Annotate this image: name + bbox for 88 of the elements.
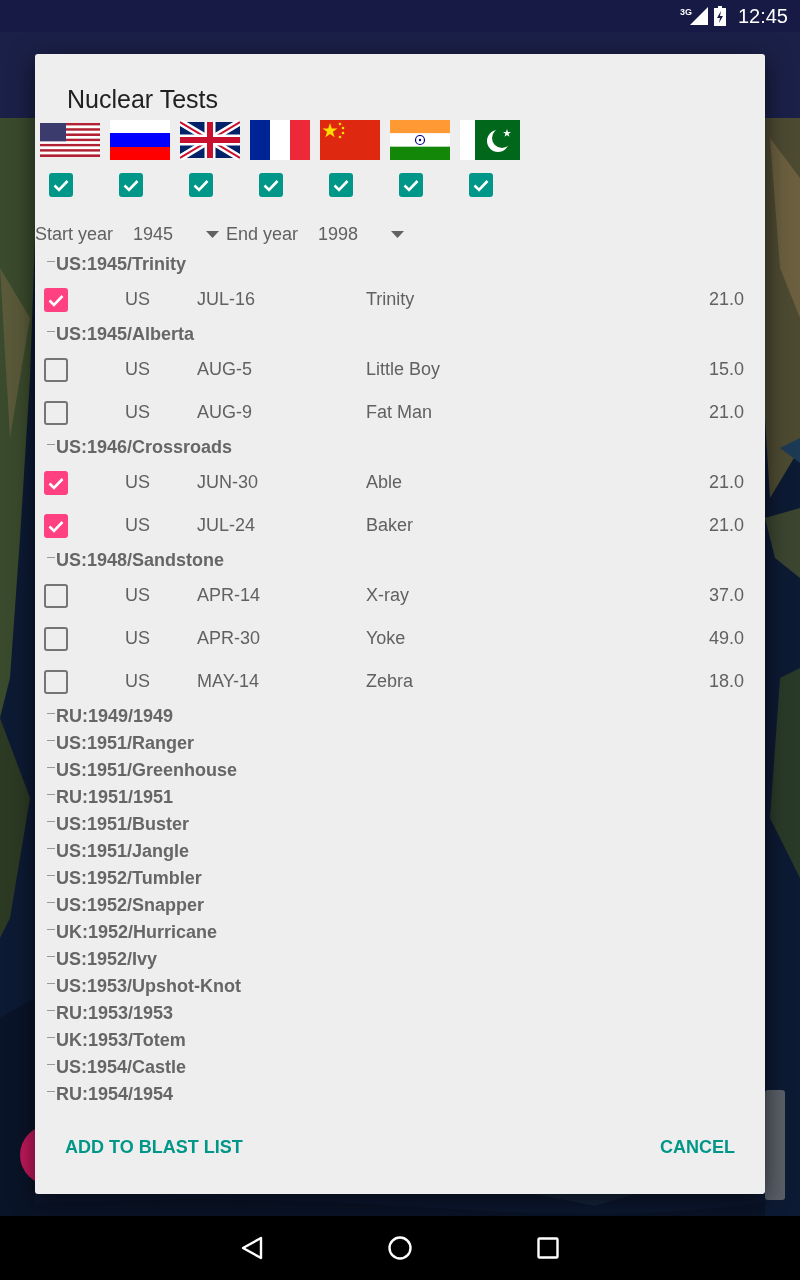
test-name: Little Boy [366, 359, 442, 380]
group-header[interactable]: US:1951/Jangle [56, 841, 190, 862]
country-code: US [125, 359, 151, 380]
group-header[interactable]: RU:1951/1951 [56, 787, 174, 808]
test-name: Baker [366, 515, 415, 536]
checkbox[interactable] [44, 287, 68, 312]
network-label: 3G [679, 7, 692, 17]
country-code: US [125, 289, 151, 310]
test-date: AUG-5 [197, 359, 253, 380]
yield-value: 49.0 [708, 628, 744, 649]
checkbox[interactable] [329, 173, 353, 197]
flag-icon [320, 120, 380, 160]
yield-value: 21.0 [708, 472, 744, 493]
end-year-label: End year [226, 223, 299, 245]
test-name: Fat Man [366, 402, 434, 423]
group-header[interactable]: RU:1953/1953 [56, 1003, 174, 1024]
group-header[interactable]: US:1952/Snapper [56, 895, 205, 916]
checkbox[interactable] [44, 626, 68, 651]
checkbox[interactable] [119, 173, 143, 197]
group-header[interactable]: US:1948/Sandstone [56, 550, 225, 571]
test-name: Trinity [366, 289, 416, 310]
test-date: MAY-14 [197, 671, 261, 692]
country-code: US [125, 402, 151, 423]
country-code: US [125, 472, 151, 493]
country-code: US [125, 585, 151, 606]
checkbox[interactable] [49, 173, 73, 197]
country-code: US [125, 628, 151, 649]
test-date: JUN-30 [197, 472, 259, 493]
yield-value: 21.0 [708, 289, 744, 310]
yield-value: 37.0 [708, 585, 744, 606]
flag-icon [460, 120, 520, 160]
group-header[interactable]: US:1951/Ranger [56, 733, 195, 754]
dropdown-arrow-icon[interactable] [206, 230, 220, 238]
flag-icon [110, 120, 170, 160]
checkbox[interactable] [44, 669, 68, 694]
test-date: JUL-24 [197, 515, 257, 536]
test-name: Yoke [366, 628, 407, 649]
group-header[interactable]: US:1952/Ivy [56, 949, 158, 970]
flag-icon [250, 120, 310, 160]
yield-value: 21.0 [708, 402, 744, 423]
checkbox[interactable] [44, 400, 68, 425]
test-date: APR-30 [197, 628, 262, 649]
flag-icon [180, 120, 240, 160]
flag-icon [40, 120, 100, 160]
checkbox[interactable] [399, 173, 423, 197]
group-header[interactable]: US:1946/Crossroads [56, 437, 233, 458]
checkbox[interactable] [44, 513, 68, 538]
dialog-title: Nuclear Tests [66, 84, 219, 115]
group-header[interactable]: US:1953/Upshot-Knot [56, 976, 241, 997]
back-icon[interactable] [241, 1236, 263, 1260]
checkbox[interactable] [469, 173, 493, 197]
country-code: US [125, 515, 151, 536]
yield-value: 21.0 [708, 515, 744, 536]
checkbox[interactable] [44, 357, 68, 382]
checkbox[interactable] [44, 470, 68, 495]
add-button[interactable]: ADD TO BLAST LIST [55, 1128, 253, 1166]
home-icon[interactable] [388, 1236, 412, 1260]
group-header[interactable]: RU:1949/1949 [56, 706, 174, 727]
start-year-dropdown[interactable]: 1945 [133, 223, 207, 245]
group-header[interactable]: RU:1954/1954 [56, 1084, 174, 1100]
group-header[interactable]: US:1945/Alberta [56, 324, 195, 345]
group-header[interactable]: US:1951/Buster [56, 814, 190, 835]
test-date: AUG-9 [197, 402, 253, 423]
test-date: JUL-16 [197, 289, 257, 310]
end-year-dropdown[interactable]: 1998 [318, 223, 392, 245]
country-code: US [125, 671, 151, 692]
test-name: Able [366, 472, 404, 493]
flag-icon [390, 120, 450, 160]
group-header[interactable]: US:1954/Castle [56, 1057, 187, 1078]
checkbox[interactable] [44, 583, 68, 608]
battery-icon [713, 6, 726, 26]
group-header[interactable]: US:1945/Trinity [56, 254, 187, 275]
yield-value: 15.0 [708, 359, 744, 380]
checkbox[interactable] [259, 173, 283, 197]
start-year-label: Start year [35, 223, 114, 245]
group-header[interactable]: UK:1953/Totem [56, 1030, 186, 1051]
clock-time: 12:45 [737, 4, 788, 28]
recents-icon[interactable] [537, 1237, 559, 1259]
group-header[interactable]: UK:1952/Hurricane [56, 922, 218, 943]
yield-value: 18.0 [708, 671, 744, 692]
dropdown-arrow-icon[interactable] [391, 230, 405, 238]
checkbox[interactable] [189, 173, 213, 197]
cancel-button[interactable]: CANCEL [650, 1128, 745, 1166]
test-name: Zebra [366, 671, 415, 692]
group-header[interactable]: US:1951/Greenhouse [56, 760, 238, 781]
test-date: APR-14 [197, 585, 262, 606]
group-header[interactable]: US:1952/Tumbler [56, 868, 202, 889]
test-name: X-ray [366, 585, 410, 606]
